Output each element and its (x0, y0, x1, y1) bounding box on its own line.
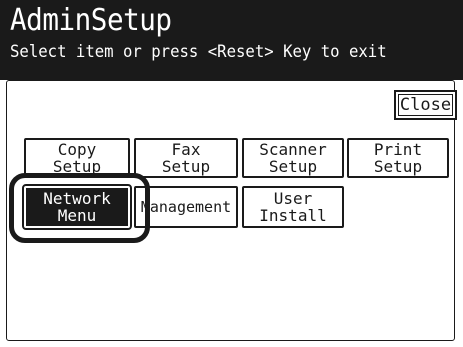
close-button[interactable]: Close (394, 90, 457, 120)
management-label: Management (140, 197, 232, 216)
page-title: AdminSetup (10, 3, 172, 38)
page-subtitle: Select item or press <Reset> Key to exit (10, 42, 387, 62)
scanner-setup-button[interactable]: Scanner Setup (242, 138, 344, 178)
fax-setup-button[interactable]: Fax Setup (134, 138, 238, 178)
print-setup-label-line2: Setup (373, 157, 423, 176)
copy-setup-label-line2: Setup (52, 157, 102, 176)
network-menu-button[interactable]: Network Menu (22, 184, 132, 230)
copy-setup-label-line1: Copy (57, 140, 97, 159)
network-menu-label-line2: Menu (57, 206, 97, 225)
user-install-label-line2: Install (259, 206, 327, 225)
fax-setup-label-line1: Fax (171, 140, 201, 159)
network-menu-label-line1: Network (43, 189, 111, 208)
print-setup-label-line1: Print (373, 140, 423, 159)
user-install-label-line1: User (273, 189, 313, 208)
scanner-setup-label-line2: Setup (268, 157, 318, 176)
fax-setup-label-line2: Setup (161, 157, 211, 176)
user-install-button[interactable]: User Install (242, 186, 344, 228)
scanner-setup-label-line1: Scanner (259, 140, 327, 159)
management-button[interactable]: Management (134, 186, 238, 228)
print-setup-button[interactable]: Print Setup (347, 138, 449, 178)
header-bar: AdminSetup Select item or press <Reset> … (0, 0, 463, 80)
copy-setup-button[interactable]: Copy Setup (24, 138, 130, 178)
